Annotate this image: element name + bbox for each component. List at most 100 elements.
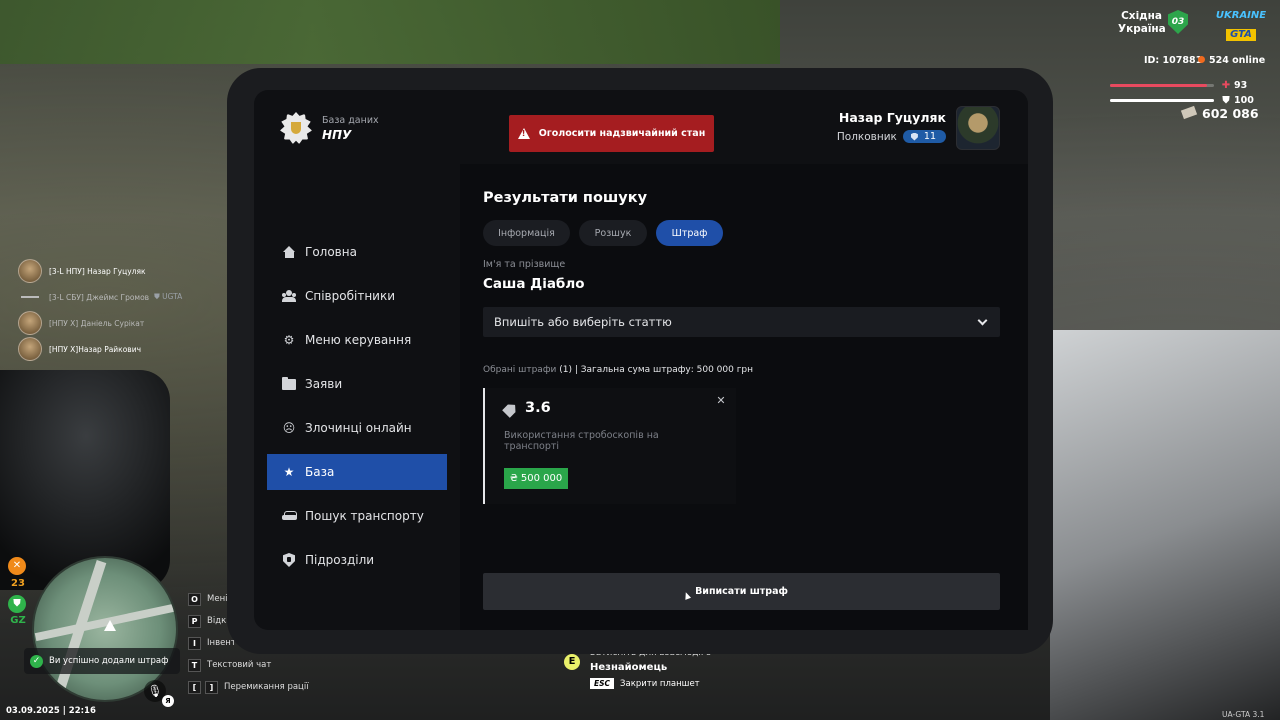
player-name: [3-L СБУ] Джеймс Громов	[49, 292, 150, 302]
sidebar-item-applications[interactable]: Заяви	[267, 366, 447, 402]
background-car-right	[1050, 330, 1280, 720]
nearby-players-list: [3-L НПУ] Назар Гуцуляк [3-L СБУ] Джеймс…	[18, 258, 218, 362]
fine-description: Використання стробоскопів на транспорті	[504, 430, 659, 452]
sidebar-item-home[interactable]: Головна	[267, 234, 447, 270]
keybind-key: O	[188, 592, 201, 606]
online-count-text: 524 online	[1209, 55, 1266, 66]
article-select[interactable]: Впишіть або виберіть статтю	[483, 307, 1000, 337]
car-icon	[281, 508, 297, 524]
money-display: 602 086	[1180, 105, 1259, 121]
declare-emergency-button[interactable]: Оголосити надзвичайний стан	[509, 115, 714, 152]
hunger-icon: ✕	[8, 557, 26, 575]
health-bar: ✚ 93	[1110, 80, 1260, 91]
keybind-label: Відк	[207, 616, 227, 626]
fine-amount-badge: ₴ 500 000	[504, 468, 569, 489]
zone-label: GZ	[10, 615, 26, 626]
star-icon: ★	[283, 465, 295, 479]
selected-fine-card: 3.6 ✕ Використання стробоскопів на транс…	[483, 388, 736, 504]
chevron-down-icon	[977, 315, 988, 326]
esc-key: ESC	[590, 678, 615, 689]
police-emblem-icon	[280, 112, 312, 144]
player-tag: ⛊ UGTA	[154, 292, 183, 301]
tab-wanted[interactable]: Розшук	[579, 220, 647, 246]
sidebar-item-employees[interactable]: Співробітники	[267, 278, 447, 314]
region-code-badge: 03	[1168, 10, 1188, 34]
user-name: Назар Гуцуляк	[838, 110, 946, 125]
sidebar-item-management[interactable]: ⚙ Меню керування	[267, 322, 447, 358]
sidebar-item-label: Злочинці онлайн	[305, 421, 412, 435]
name-field-label: Ім'я та прізвище	[483, 259, 566, 270]
user-avatar	[956, 106, 1000, 150]
keybind-label: Мені	[207, 594, 228, 604]
player-tag-text: UGTA	[162, 292, 183, 301]
server-logo: UKRAINE GTA	[1214, 10, 1268, 41]
interact-key: E	[564, 654, 580, 670]
mask-icon: ☹	[282, 421, 296, 435]
player-avatar	[18, 259, 42, 283]
folder-icon	[281, 376, 297, 392]
name-field-value: Саша Діабло	[483, 276, 585, 292]
issue-fine-button[interactable]: Виписати штраф	[483, 573, 1000, 610]
sidebar-item-criminals-online[interactable]: ☹ Злочинці онлайн	[267, 410, 447, 446]
player-position-icon	[104, 620, 116, 631]
user-level-badge: 11	[902, 130, 946, 143]
region-name: Східна Україна	[1118, 10, 1166, 36]
tag-icon	[502, 401, 519, 418]
fines-summary: Обрані штрафи (1) | Загальна сума штрафу…	[483, 365, 753, 375]
sidebar-item-vehicle-search[interactable]: Пошук транспорту	[267, 498, 447, 534]
shield-icon	[281, 552, 297, 568]
declare-emergency-label: Оголосити надзвичайний стан	[538, 128, 706, 139]
sidebar-item-label: Головна	[305, 245, 357, 259]
online-dot-icon	[1198, 56, 1205, 63]
armor-bar-fill	[1110, 99, 1214, 102]
app-brand: База даних НПУ	[280, 112, 379, 144]
player-row: [НПУ X] Даніель Сурікат	[18, 310, 218, 336]
check-icon: ✓	[30, 654, 43, 668]
player-row: [3-L СБУ] Джеймс Громов ⛊ UGTA	[18, 284, 218, 310]
user-rank-row: Полковник 11	[837, 130, 946, 143]
tab-fine[interactable]: Штраф	[656, 220, 723, 246]
health-cross-icon: ✚	[1221, 80, 1231, 91]
warning-icon	[517, 128, 530, 139]
article-select-value: Впишіть або виберіть статтю	[494, 315, 672, 329]
keybind-label: Текстовий чат	[207, 660, 272, 670]
region-line-1: Східна	[1121, 10, 1162, 22]
hunger-value: 23	[11, 578, 25, 589]
keybind-label: Інвент	[207, 638, 236, 648]
date-time: 03.09.2025 | 22:16	[6, 706, 96, 716]
player-id: ID: 107881	[1144, 55, 1203, 66]
sidebar-item-database[interactable]: ★ База	[267, 454, 447, 490]
keybind-key: T	[188, 658, 201, 672]
close-tablet-label: Закрити планшет	[620, 678, 700, 689]
user-rank: Полковник	[836, 130, 897, 143]
level-shield-icon	[910, 132, 918, 141]
sidebar-item-units[interactable]: Підрозділи	[267, 542, 447, 578]
brand-subtitle: База даних	[322, 114, 379, 126]
success-toast: ✓ Ви успішно додали штраф	[24, 648, 180, 674]
remove-fine-close-icon[interactable]: ✕	[714, 394, 728, 408]
sidebar-item-label: Співробітники	[305, 289, 396, 303]
interact-target: Незнайомець	[590, 662, 668, 673]
fine-article-code: 3.6	[525, 400, 551, 416]
user-profile[interactable]: Назар Гуцуляк Полковник 11	[830, 106, 1000, 150]
keybind-label: Перемикання рації	[224, 682, 309, 692]
users-icon	[281, 288, 297, 304]
server-logo-line-1: UKRAINE	[1215, 10, 1267, 21]
safezone-shield-icon: ⛊	[8, 595, 26, 613]
result-tabs: Інформація Розшук Штраф	[483, 220, 732, 246]
tab-information[interactable]: Інформація	[483, 220, 570, 246]
background-car-left	[0, 370, 170, 590]
cash-icon	[1180, 105, 1198, 120]
keybind-key: I	[188, 636, 201, 650]
sidebar-item-label: Заяви	[305, 377, 343, 391]
armor-value: 100	[1234, 95, 1254, 106]
player-row: [НПУ X]Назар Райкович	[18, 336, 218, 362]
player-row: [3-L НПУ] Назар Гуцуляк	[18, 258, 218, 284]
sidebar-item-label: База	[305, 465, 335, 479]
player-name: [НПУ X] Даніель Сурікат	[49, 318, 145, 328]
player-avatar	[18, 311, 42, 335]
keybind-key: [	[188, 680, 201, 694]
home-icon	[281, 244, 297, 260]
keybind-row: T Текстовий чат	[188, 654, 309, 676]
online-count: 524 online	[1198, 55, 1265, 66]
